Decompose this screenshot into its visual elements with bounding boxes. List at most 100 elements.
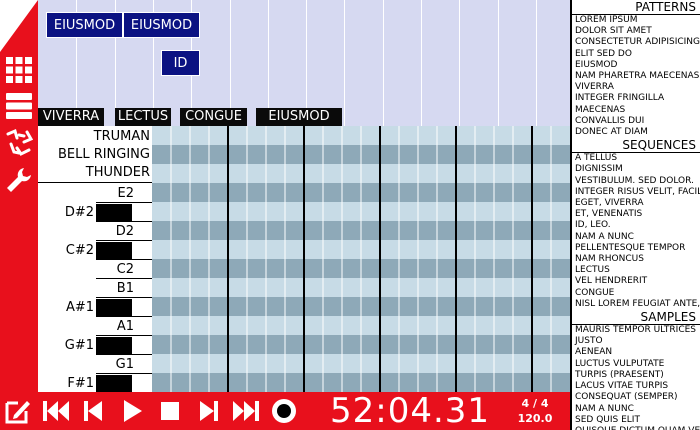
browser-list-item[interactable]: CONVALLIS DUI — [572, 116, 700, 127]
browser-list-item[interactable]: DOLOR SIT AMET — [572, 26, 700, 37]
track-name[interactable]: BELL RINGING — [58, 146, 150, 164]
browser-list-item[interactable]: LECTUS — [572, 265, 700, 276]
piano-key-label[interactable]: A1 — [117, 318, 134, 336]
timeline-gridline — [497, 0, 499, 126]
step-sequencer-grid[interactable] — [152, 126, 570, 392]
transport-bar: 52:04.31 4 / 4 120.0 — [0, 392, 570, 430]
piano-key-divider — [132, 354, 152, 355]
browser-list-item[interactable]: SED QUIS ELIT — [572, 415, 700, 426]
browser-list-item[interactable]: LACUS VITAE TURPIS — [572, 381, 700, 392]
browser-list-item[interactable]: EIUSMOD — [572, 60, 700, 71]
section-marker[interactable]: VIVERRA — [38, 108, 104, 126]
browser-list-item[interactable]: MAECENAS — [572, 105, 700, 116]
browser-list-item[interactable]: LUCTUS VULPUTATE — [572, 359, 700, 370]
piano-black-key[interactable] — [96, 299, 132, 317]
grid-icon[interactable] — [5, 56, 33, 84]
browser-list-item[interactable]: ET, VENENATIS — [572, 209, 700, 220]
edit-icon[interactable] — [4, 397, 32, 425]
timeline-block[interactable]: EIUSMOD — [123, 12, 200, 38]
browser-list-item[interactable]: EGET, VIVERRA — [572, 198, 700, 209]
browser-list-item[interactable]: DIGNISSIM — [572, 164, 700, 175]
piano-key-label[interactable]: G1 — [116, 356, 134, 374]
signature-tempo[interactable]: 4 / 4 120.0 — [512, 396, 558, 426]
section-marker[interactable]: CONGUE — [180, 108, 247, 126]
recycle-icon[interactable] — [5, 128, 33, 156]
wrench-icon[interactable] — [5, 166, 33, 194]
piano-key-divider — [96, 278, 152, 279]
piano-keyboard[interactable]: E2 D#2 D2 C#2 C2 B1 A#1 A1 G#1 G1 F#1 — [38, 183, 152, 392]
piano-key-label[interactable]: B1 — [117, 280, 134, 298]
timeline-block[interactable]: EIUSMOD — [46, 12, 123, 38]
timeline-gridline — [421, 0, 422, 126]
browser-list-item[interactable]: INTEGER RISUS VELIT, FACILISIS — [572, 187, 700, 198]
browser-list-item[interactable]: ELIT SED DO — [572, 49, 700, 60]
patterns-header[interactable]: PATTERNS — [572, 0, 700, 15]
piano-black-key[interactable] — [96, 375, 132, 392]
browser-list-item[interactable]: NISL LOREM FEUGIAT ANTE, AT — [572, 299, 700, 310]
piano-black-key[interactable] — [96, 242, 132, 260]
browser-list-item[interactable]: VESTIBULUM. SED DOLOR. — [572, 176, 700, 187]
browser-list-item[interactable]: VIVERRA — [572, 82, 700, 93]
pattern-timeline[interactable]: EIUSMOD EIUSMOD ID VIVERRA LECTUS CONGUE… — [38, 0, 570, 126]
list-icon[interactable] — [5, 92, 33, 120]
piano-key-label[interactable]: D#2 — [65, 204, 94, 222]
browser-list-item[interactable]: TURPIS (PRAESENT) — [572, 370, 700, 381]
piano-black-key[interactable] — [96, 337, 132, 355]
piano-key-label[interactable]: F#1 — [67, 375, 94, 392]
browser-list-item[interactable]: NAM RHONCUS — [572, 254, 700, 265]
fast-forward-icon[interactable] — [232, 397, 260, 425]
timeline-gridline — [344, 0, 346, 126]
piano-key-label[interactable]: G#1 — [65, 337, 94, 355]
piano-black-key[interactable] — [96, 204, 132, 222]
piano-key-label[interactable]: A#1 — [66, 299, 94, 317]
sequences-header[interactable]: SEQUENCES — [572, 138, 700, 154]
record-icon[interactable] — [270, 397, 298, 425]
browser-list-item[interactable]: INTEGER FRINGILLA — [572, 93, 700, 104]
samples-header[interactable]: SAMPLES — [572, 310, 700, 326]
piano-key-label[interactable]: C2 — [117, 261, 134, 279]
sequences-list: A TELLUS DIGNISSIM VESTIBULUM. SED DOLOR. I… — [572, 153, 700, 310]
piano-key-divider — [132, 259, 152, 260]
piano-key-divider — [96, 373, 152, 374]
browser-list-item[interactable]: NAM A NUNC — [572, 404, 700, 415]
rewind-icon[interactable] — [42, 397, 70, 425]
stop-icon[interactable] — [156, 397, 184, 425]
track-name[interactable]: TRUMAN — [94, 128, 150, 146]
piano-key-divider — [96, 202, 152, 203]
browser-list-item[interactable]: CONSEQUAT (SEMPER) — [572, 392, 700, 403]
browser-list-item[interactable]: CONSECTETUR ADIPISICING — [572, 37, 700, 48]
piano-key-label[interactable]: D2 — [116, 223, 134, 241]
browser-list-item[interactable]: AENEAN — [572, 347, 700, 358]
browser-list-item[interactable]: NAM A NUNC — [572, 232, 700, 243]
piano-key-label[interactable]: C#2 — [66, 242, 94, 260]
browser-list-item[interactable]: MAURIS TEMPOR ULTRICES — [572, 325, 700, 336]
browser-list-item[interactable]: NAM PHARETRA MAECENAS — [572, 71, 700, 82]
timeline-gridline — [535, 0, 537, 126]
timeline-block[interactable]: ID — [161, 50, 200, 76]
piano-key-divider — [132, 221, 152, 222]
piano-key-divider — [132, 316, 152, 317]
track-name[interactable]: THUNDER — [86, 164, 150, 182]
piano-key-label[interactable]: E2 — [118, 185, 135, 203]
browser-list-item[interactable]: ID, LEO. — [572, 220, 700, 231]
timeline-gridline — [382, 0, 384, 126]
section-marker[interactable]: LECTUS — [115, 108, 171, 126]
browser-list-item[interactable]: DONEC AT DIAM — [572, 127, 700, 138]
next-icon[interactable] — [194, 397, 222, 425]
time-signature: 4 / 4 — [521, 397, 549, 410]
browser-list-item[interactable]: CONGUE — [572, 288, 700, 299]
timeline-gridline — [459, 0, 461, 126]
browser-list-item[interactable]: QUISQUE DICTUM QUAM VEL — [572, 426, 700, 430]
library-browser: PATTERNS LOREM IPSUM DOLOR SIT AMET CONSEC… — [570, 0, 700, 430]
browser-list-item[interactable]: LOREM IPSUM — [572, 15, 700, 26]
browser-list-item[interactable]: PELLENTESQUE TEMPOR — [572, 243, 700, 254]
previous-icon[interactable] — [80, 397, 108, 425]
browser-list-item[interactable]: JUSTO — [572, 336, 700, 347]
patterns-list: LOREM IPSUM DOLOR SIT AMET CONSECTETUR ADI… — [572, 15, 700, 138]
samples-list: MAURIS TEMPOR ULTRICES JUSTO AENEAN LUCTUS … — [572, 325, 700, 430]
piano-key-divider — [96, 297, 152, 298]
play-icon[interactable] — [118, 397, 146, 425]
section-marker[interactable]: EIUSMOD — [256, 108, 342, 126]
browser-list-item[interactable]: VEL HENDRERIT — [572, 276, 700, 287]
browser-list-item[interactable]: A TELLUS — [572, 153, 700, 164]
